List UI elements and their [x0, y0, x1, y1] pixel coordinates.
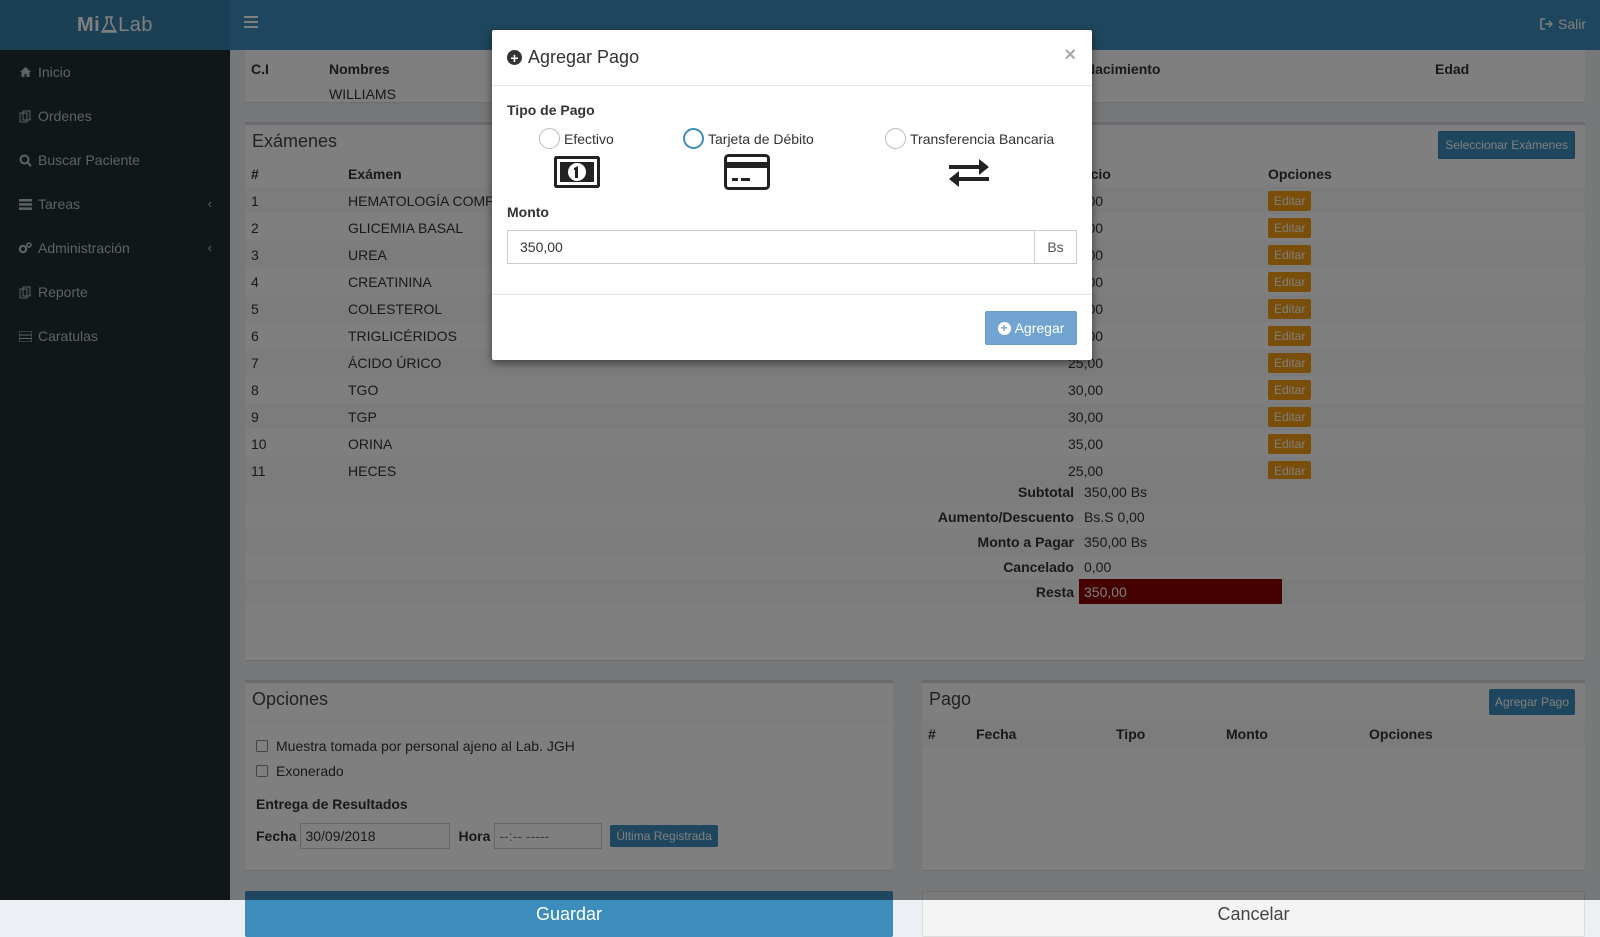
radio-tarjeta-debito[interactable]: Tarjeta de Débito — [683, 128, 814, 149]
currency-addon: Bs — [1035, 230, 1077, 264]
radio-label: Tarjeta de Débito — [708, 130, 814, 147]
credit-card-icon — [724, 154, 770, 190]
plus-circle-icon: + — [997, 321, 1011, 335]
amount-label: Monto — [507, 204, 549, 220]
radio-circle[interactable] — [683, 128, 704, 149]
agregar-label: Agregar — [1014, 320, 1065, 336]
modal-footer: + Agregar — [492, 294, 1092, 360]
payment-type-label: Tipo de Pago — [507, 102, 595, 118]
plus-circle-icon: + — [507, 50, 522, 65]
radio-label: Efectivo — [564, 130, 614, 147]
add-payment-modal: + Agregar Pago × Tipo de Pago Efectivo T… — [492, 30, 1092, 360]
modal-header: + Agregar Pago — [492, 30, 1092, 86]
modal-title: Agregar Pago — [528, 47, 640, 67]
money-bill-icon — [554, 156, 600, 188]
amount-input[interactable]: 350,00 — [507, 230, 1035, 264]
radio-circle[interactable] — [885, 128, 906, 149]
radio-circle[interactable] — [539, 128, 560, 149]
radio-transferencia[interactable]: Transferencia Bancaria — [885, 128, 1054, 149]
radio-label: Transferencia Bancaria — [910, 130, 1055, 147]
exchange-icon — [949, 159, 989, 187]
radio-efectivo[interactable]: Efectivo — [539, 128, 614, 149]
close-icon[interactable]: × — [1064, 44, 1076, 67]
amount-input-group: 350,00 Bs — [507, 230, 1077, 264]
agregar-button[interactable]: + Agregar — [985, 311, 1077, 345]
